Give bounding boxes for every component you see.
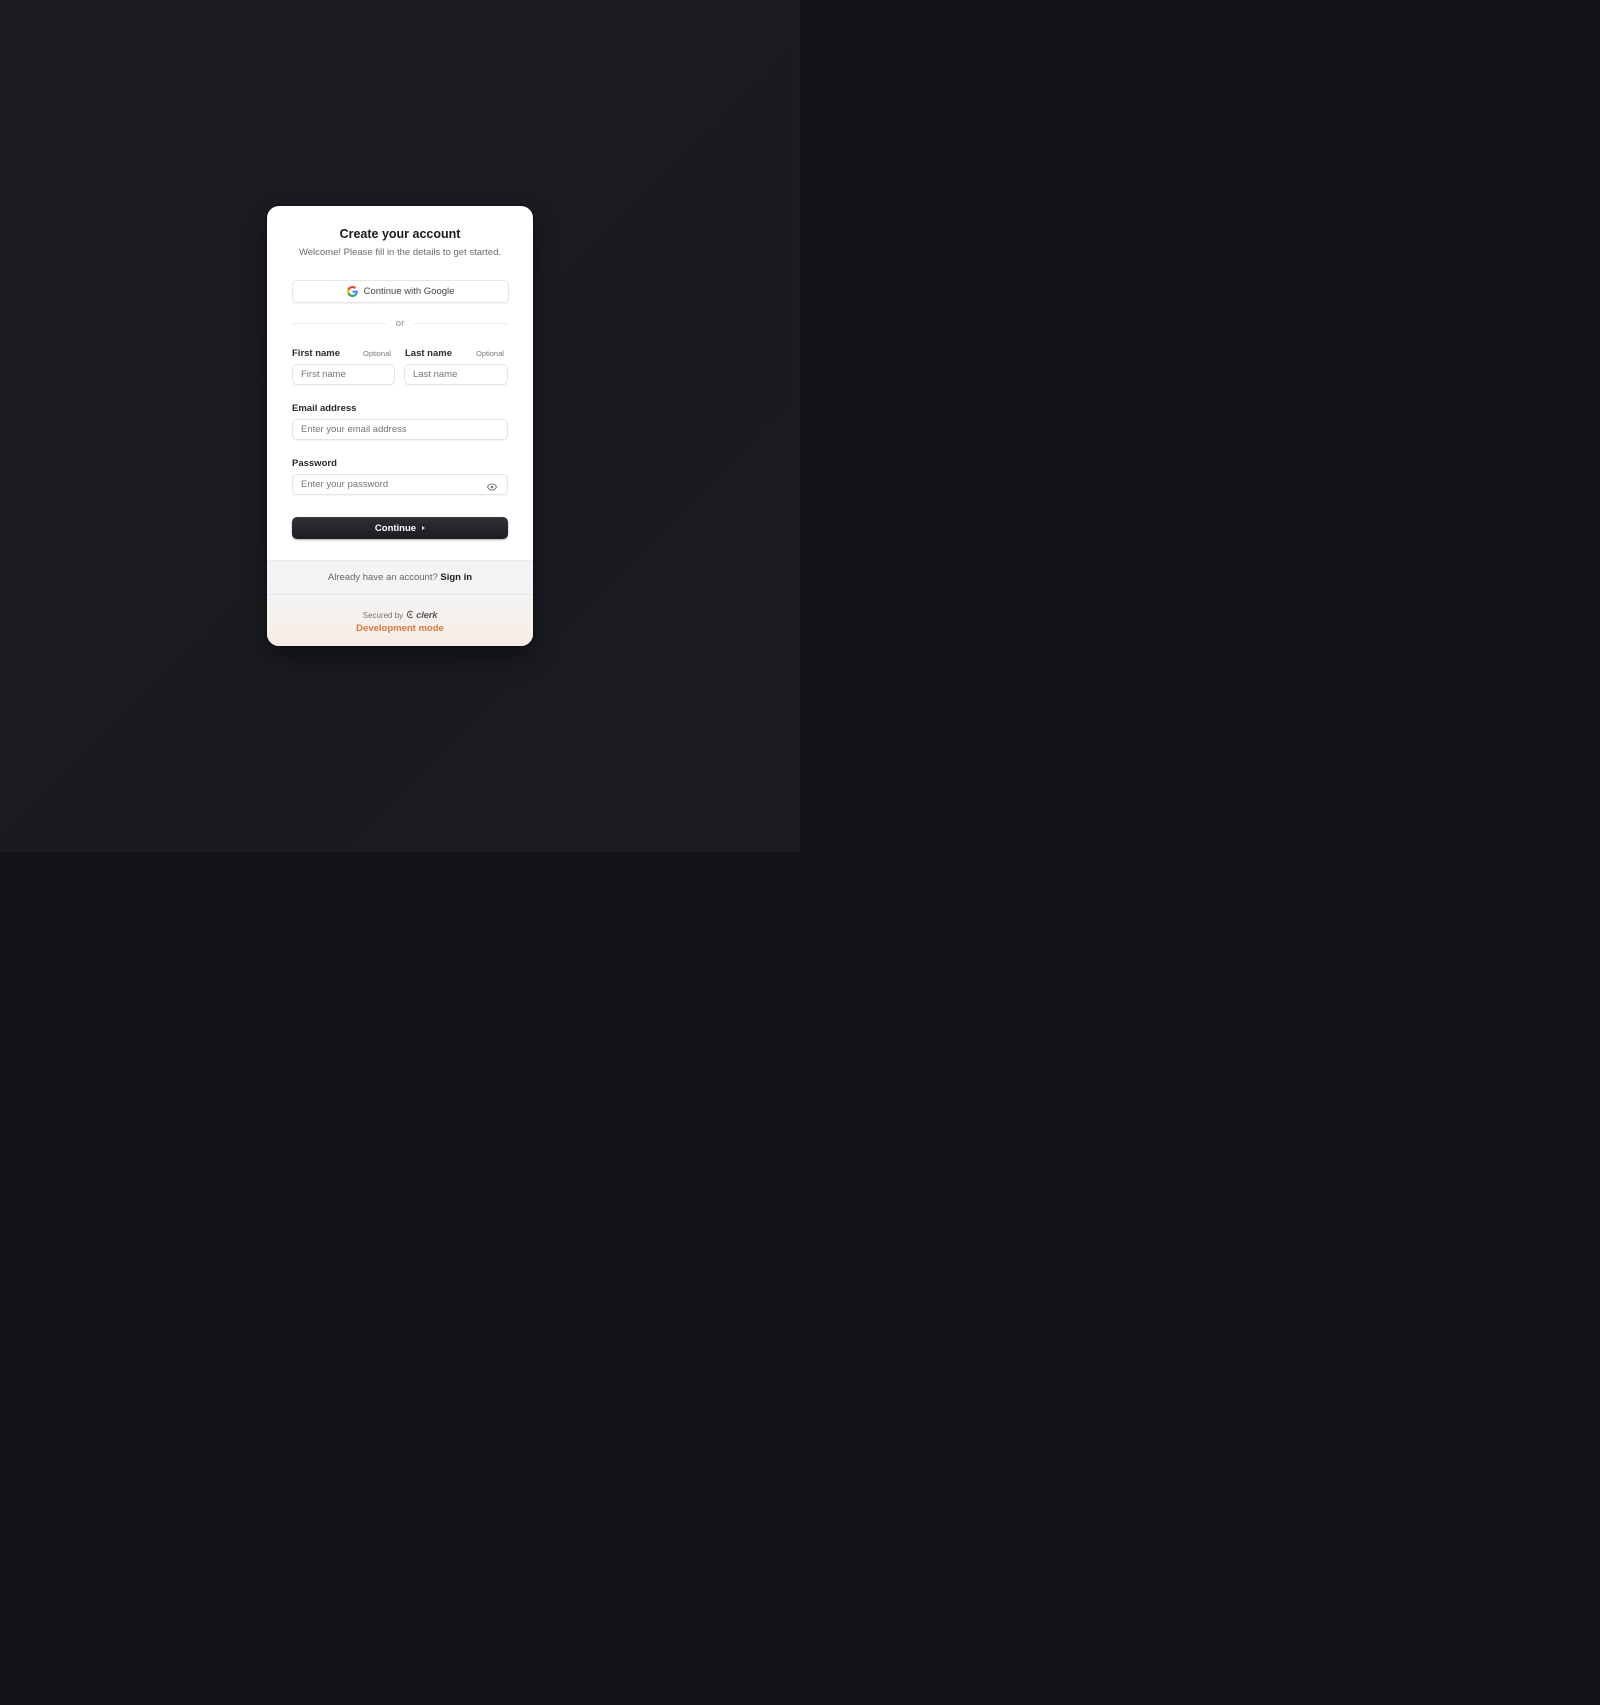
divider-line-left: [292, 322, 386, 324]
card-footer: Already have an account? Sign in Secured…: [267, 560, 533, 646]
page-subtitle: Welcome! Please fill in the details to g…: [298, 247, 502, 258]
clerk-wordmark: clerk: [416, 609, 438, 621]
continue-button[interactable]: Continue: [292, 517, 508, 539]
secured-by-row: Secured by clerk: [267, 606, 533, 624]
clerk-logo-icon: [406, 606, 415, 624]
continue-button-label: Continue: [374, 522, 417, 534]
development-mode-badge: Development mode: [356, 623, 444, 634]
clerk-logo[interactable]: clerk: [406, 606, 438, 624]
signin-prompt: Already have an account?: [327, 572, 438, 583]
last-name-label: Last name: [405, 348, 452, 359]
google-icon: [346, 286, 358, 297]
divider-text: or: [395, 317, 405, 329]
email-input[interactable]: [292, 419, 508, 440]
signup-card: Create your account Welcome! Please fill…: [267, 206, 533, 646]
or-divider: or: [292, 317, 509, 329]
google-signin-button[interactable]: Continue with Google: [292, 280, 509, 303]
email-label: Email address: [292, 403, 357, 414]
password-input[interactable]: [292, 474, 508, 495]
last-name-optional: Optional: [476, 349, 504, 358]
password-field: [292, 474, 508, 495]
first-name-input[interactable]: [292, 364, 395, 385]
signin-link[interactable]: Sign in: [440, 572, 472, 583]
password-label: Password: [292, 458, 337, 469]
signup-form: Create your account Welcome! Please fill…: [267, 206, 533, 560]
signin-row: Already have an account? Sign in: [267, 572, 533, 583]
eye-icon[interactable]: [486, 479, 498, 491]
caret-right-icon: [422, 526, 426, 530]
secured-by-text: Secured by: [362, 610, 404, 620]
google-button-label: Continue with Google: [363, 286, 455, 297]
divider-line-right: [414, 322, 509, 324]
first-name-label: First name: [292, 348, 341, 359]
first-name-optional: Optional: [363, 349, 391, 358]
page-title: Create your account: [339, 227, 461, 241]
last-name-input[interactable]: [404, 364, 508, 385]
footer-divider: [267, 594, 533, 595]
